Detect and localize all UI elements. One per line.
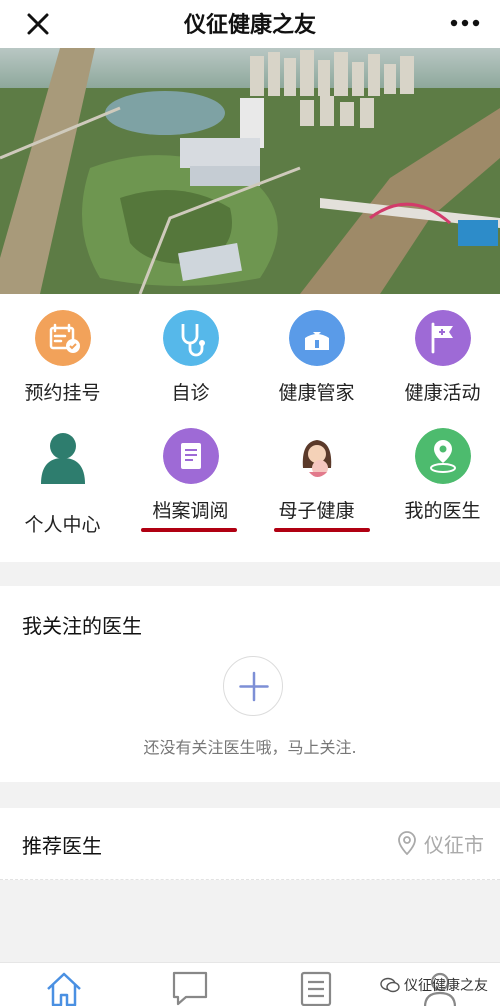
- list-icon[interactable]: [296, 969, 336, 1006]
- grid-label: 我的医生: [404, 500, 481, 522]
- mother-child-icon: [302, 440, 332, 477]
- underline-archive-access: [141, 528, 237, 532]
- grid-label: 预约挂号: [24, 382, 101, 404]
- grid-item-my-doctor[interactable]: 我的医生: [380, 412, 500, 532]
- grid-item-appointment[interactable]: 预约挂号: [0, 294, 125, 414]
- grid-label: 档案调阅: [152, 500, 229, 522]
- home-icon[interactable]: [44, 969, 84, 1006]
- archive-book-icon: [163, 428, 219, 484]
- grid-item-personal-center[interactable]: 个人中心: [0, 412, 125, 536]
- aerial-city-photo: [0, 48, 500, 294]
- map-pin-doctor-icon: [415, 428, 471, 484]
- flag-icon: [415, 310, 471, 366]
- grid-item-health-activity[interactable]: 健康活动: [380, 294, 500, 414]
- empty-state-text: 还没有关注医生哦，马上关注.: [143, 738, 357, 757]
- watermark: 仪征健康之友: [380, 975, 488, 995]
- chat-icon[interactable]: [170, 969, 210, 1006]
- wechat-icon: [380, 977, 400, 993]
- grid-label: 健康管家: [278, 382, 355, 404]
- stethoscope-icon: [163, 310, 219, 366]
- grid-label: 自诊: [171, 382, 210, 404]
- grid-item-self-diagnosis[interactable]: 自诊: [128, 294, 253, 414]
- section-title: 我关注的医生: [22, 614, 142, 638]
- section-title: 推荐医生: [22, 834, 102, 858]
- person-icon: [41, 433, 85, 484]
- grid-item-health-butler[interactable]: 健康管家: [254, 294, 379, 414]
- page-title: 仪征健康之友: [183, 13, 316, 38]
- underline-mother-child: [274, 528, 370, 532]
- function-grid: 预约挂号 自诊 健康管家 健康活动 个人中心 档案调阅 母子健康 我的医生: [0, 294, 500, 562]
- grid-label: 母子健康: [278, 500, 355, 522]
- location-pin-icon: [398, 831, 416, 855]
- add-doctor-button[interactable]: [223, 656, 283, 716]
- city-label: 仪征市: [424, 832, 484, 857]
- watermark-text: 仪征健康之友: [404, 978, 488, 994]
- recommended-doctors-section: 推荐医生 仪征市: [0, 808, 500, 880]
- grid-label: 个人中心: [24, 514, 101, 536]
- city-selector[interactable]: 仪征市: [398, 830, 484, 857]
- grid-item-mother-child[interactable]: 母子健康: [254, 412, 379, 532]
- plus-icon: [239, 671, 269, 702]
- butler-icon: [289, 310, 345, 366]
- calendar-check-icon: [35, 310, 91, 366]
- top-bar: 仪征健康之友: [0, 0, 500, 48]
- bottom-nav: 仪征健康之友: [0, 962, 500, 1006]
- more-dots-icon[interactable]: [448, 10, 482, 36]
- grid-item-archive-access[interactable]: 档案调阅: [128, 412, 253, 532]
- followed-doctors-section: 我关注的医生 还没有关注医生哦，马上关注.: [0, 586, 500, 782]
- grid-label: 健康活动: [404, 382, 481, 404]
